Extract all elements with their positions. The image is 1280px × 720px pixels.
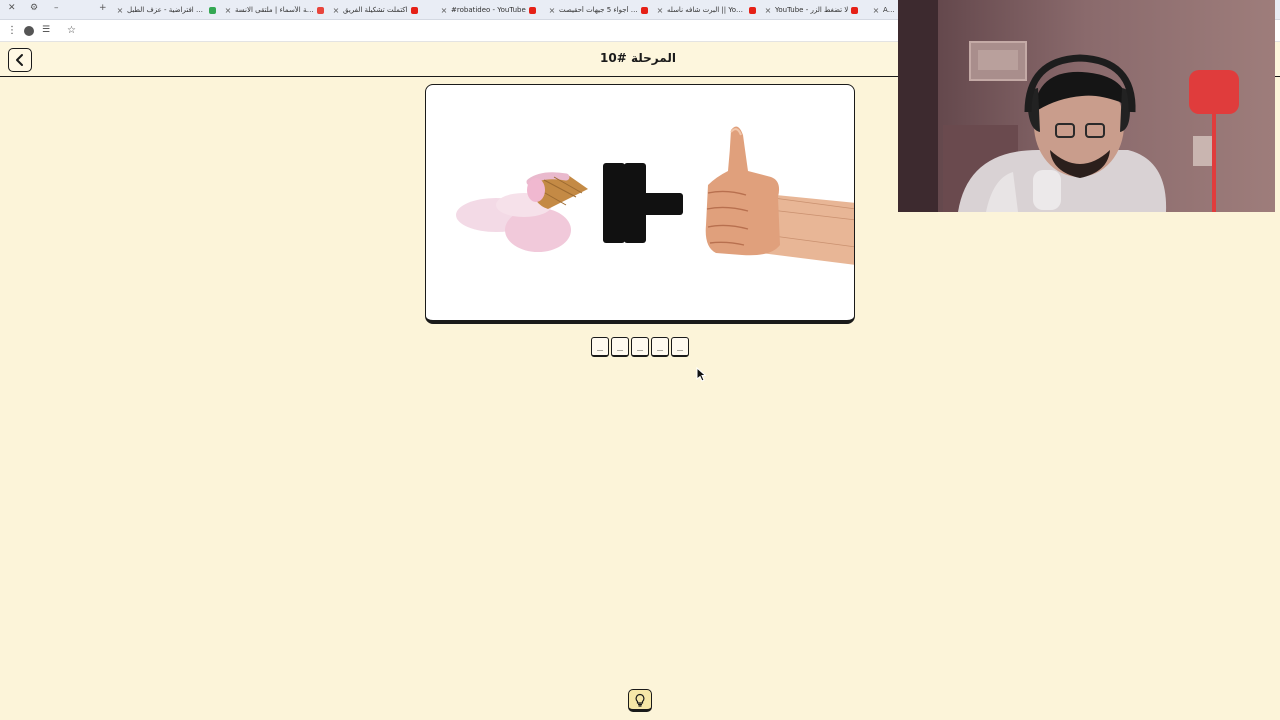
tab-close-icon[interactable]: × [440,6,448,15]
browser-tab[interactable]: × Ange [872,3,898,17]
puzzle-card [425,84,855,324]
answer-slots: _ _ _ _ _ [591,337,691,357]
letter-slot[interactable]: _ [671,337,689,357]
close-window-icon[interactable]: ✕ [8,3,16,13]
webcam-overlay [898,0,1275,212]
tab-favicon-icon [528,6,536,14]
letter-slot[interactable]: _ [651,337,669,357]
tab-favicon-icon [749,6,756,14]
letter-slot[interactable]: _ [591,337,609,357]
streamer-webcam-image [898,0,1275,212]
tab-close-icon[interactable]: × [224,6,232,15]
tab-favicon-icon [851,6,859,14]
browser-tab[interactable]: × اكتملت تشكيلة الفريق [332,3,432,17]
browser-tab[interactable]: × طبول افتراضية - عزف الطبل [116,3,216,17]
melted-ice-cream-icon [456,172,588,252]
browser-tab[interactable]: × YouTube - لا تضغط الزر [764,3,864,17]
thumbs-up-hand-icon [705,126,854,265]
bookmark-star-icon[interactable]: ☆ [67,25,76,36]
tab-label: Ange [883,6,898,14]
browser-tab[interactable]: × أجواء 5 جيهات أحقيصت - e [548,3,648,17]
tab-close-icon[interactable]: × [872,6,880,15]
tab-close-icon[interactable]: × [116,6,124,15]
browser-tab[interactable]: × صفحة الأسماء | ملتقى الانسة [224,3,324,17]
tab-label: YouTube - لا تضغط الزر [775,6,849,14]
tab-label: أجواء 5 جيهات أحقيصت - e [559,6,638,14]
minimize-icon[interactable]: – [54,3,59,13]
lightbulb-icon [635,693,645,707]
hint-button[interactable] [628,689,652,712]
site-info-icon[interactable] [24,26,34,36]
tab-favicon-icon [641,6,648,14]
letter-slot[interactable]: _ [631,337,649,357]
browser-tab[interactable]: × #robatideo - YouTube [440,3,540,17]
tab-favicon-icon [209,6,216,14]
tab-close-icon[interactable]: × [656,6,664,15]
mouse-pointer-icon [696,367,706,382]
search-tabs-icon[interactable]: ⚙ [30,3,38,13]
tab-close-icon[interactable]: × [764,6,772,15]
tab-favicon-icon [410,6,418,14]
menu-dots-icon[interactable]: ⋮ [7,25,17,36]
puzzle-image [456,126,854,265]
tab-close-icon[interactable]: × [332,6,340,15]
browser-tab[interactable]: × البرت شافه ناسله || YouTube [656,3,756,17]
tab-label: طبول افتراضية - عزف الطبل [127,6,206,14]
tab-label: صفحة الأسماء | ملتقى الانسة [235,6,314,14]
tab-label: البرت شافه ناسله || YouTube [667,6,746,14]
tab-label: اكتملت تشكيلة الفريق [343,6,408,14]
plus-sign-icon [603,163,683,243]
tab-label: #robatideo - YouTube [451,6,526,14]
new-tab-button[interactable]: + [99,3,107,13]
tune-icon[interactable]: ☰ [42,25,50,35]
tab-close-icon[interactable]: × [548,6,556,15]
letter-slot[interactable]: _ [611,337,629,357]
tab-favicon-icon [317,6,324,14]
